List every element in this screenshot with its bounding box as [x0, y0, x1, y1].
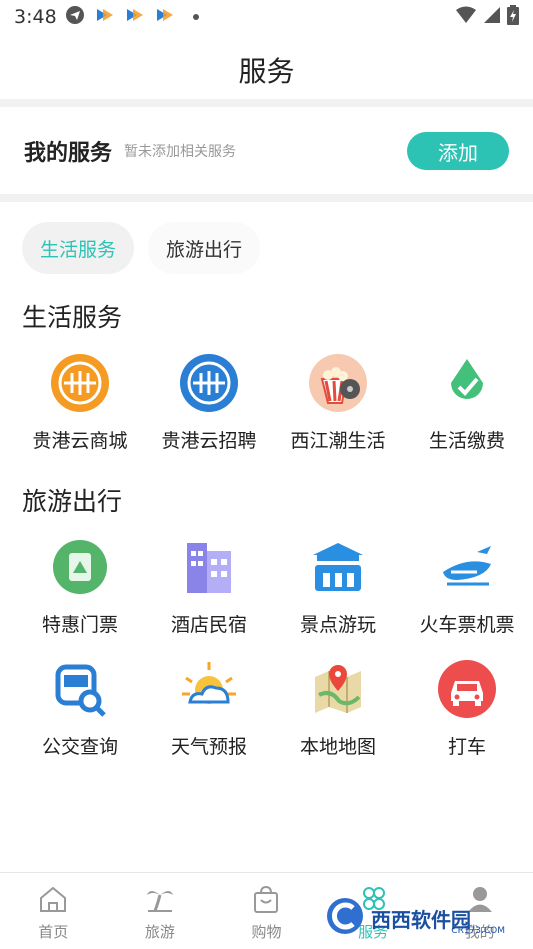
- bus-search-icon: [49, 658, 111, 720]
- life-services-grid: 贵港云商城 贵港云招聘 西江潮生活 生活缴费: [0, 352, 533, 453]
- battery-icon: [507, 4, 519, 30]
- service-item-mall[interactable]: 贵港云商城: [18, 352, 142, 453]
- ticket-icon: [49, 536, 111, 598]
- travel-heading: 旅游出行: [22, 487, 123, 516]
- nav-label: 首页: [38, 923, 69, 941]
- service-item-recruit[interactable]: 贵港云招聘: [147, 352, 271, 453]
- service-item-payment[interactable]: 生活缴费: [405, 352, 529, 453]
- section-divider: [0, 194, 533, 202]
- shopping-bag-icon: [251, 885, 281, 917]
- page-title: 服务: [238, 55, 295, 88]
- status-time: 3:48: [14, 6, 57, 28]
- service-label: 景点游玩: [299, 614, 376, 636]
- my-services-hint: 暂未添加相关服务: [124, 144, 237, 160]
- app-notification-icon: [123, 5, 145, 30]
- nav-travel[interactable]: 旅游: [107, 873, 214, 949]
- watermark-logo-icon: [325, 896, 365, 940]
- train-plane-icon: [436, 536, 498, 598]
- popcorn-film-icon: [307, 352, 369, 414]
- travel-grid-row-2: 公交查询 天气预报 本地地图 打车: [0, 658, 533, 759]
- watermark-url: CR173.COM: [451, 926, 505, 936]
- my-services-title: 我的服务: [24, 141, 113, 166]
- add-service-button[interactable]: 添加: [407, 132, 509, 170]
- taxi-icon: [436, 658, 498, 720]
- service-label: 公交查询: [41, 736, 118, 758]
- service-item-bus[interactable]: 公交查询: [18, 658, 142, 759]
- nav-shopping[interactable]: 购物: [213, 873, 320, 949]
- service-item-tickets[interactable]: 特惠门票: [18, 536, 142, 637]
- service-label: 西江潮生活: [290, 430, 386, 452]
- service-label: 火车票机票: [419, 614, 515, 636]
- app-notification-icon: [93, 5, 115, 30]
- service-label: 特惠门票: [41, 614, 118, 636]
- service-label: 打车: [447, 736, 486, 758]
- more-notifications-dot: [192, 14, 199, 20]
- tab-life-services[interactable]: 生活服务: [22, 222, 135, 274]
- home-icon: [38, 885, 68, 917]
- app-notification-icon: [153, 5, 175, 30]
- service-item-weather[interactable]: 天气预报: [147, 658, 271, 759]
- palm-tree-icon: [145, 885, 175, 917]
- service-label: 贵港云招聘: [161, 430, 257, 452]
- service-label: 酒店民宿: [170, 614, 247, 636]
- signal-icon: [483, 6, 501, 29]
- hotel-icon: [178, 536, 240, 598]
- status-bar: 3:48: [0, 0, 533, 34]
- map-pin-icon: [307, 658, 369, 720]
- nav-label: 购物: [251, 923, 282, 941]
- tab-travel[interactable]: 旅游出行: [148, 222, 261, 274]
- my-services-panel: 我的服务 暂未添加相关服务 添加: [0, 108, 533, 194]
- section-divider: [0, 99, 533, 107]
- service-item-taxi[interactable]: 打车: [405, 658, 529, 759]
- service-item-train-plane[interactable]: 火车票机票: [405, 536, 529, 637]
- service-label: 天气预报: [170, 736, 247, 758]
- wifi-icon: [455, 6, 477, 29]
- telegram-icon: [65, 5, 85, 30]
- gui-gang-yun-recruit-icon: [178, 352, 240, 414]
- service-label: 生活缴费: [428, 430, 505, 452]
- nav-label: 旅游: [144, 923, 175, 941]
- scenic-gate-icon: [307, 536, 369, 598]
- payment-drop-check-icon: [436, 352, 498, 414]
- travel-grid-row-1: 特惠门票 酒店民宿 景点游玩 火车票机票: [0, 536, 533, 637]
- weather-icon: [178, 658, 240, 720]
- service-item-hotel[interactable]: 酒店民宿: [147, 536, 271, 637]
- service-item-map[interactable]: 本地地图: [276, 658, 400, 759]
- service-label: 贵港云商城: [32, 430, 128, 452]
- gui-gang-yun-mall-icon: [49, 352, 111, 414]
- service-label: 本地地图: [299, 736, 376, 758]
- nav-home[interactable]: 首页: [0, 873, 107, 949]
- service-item-xijiang[interactable]: 西江潮生活: [276, 352, 400, 453]
- category-tabs: 生活服务 旅游出行: [22, 222, 261, 274]
- service-item-scenic[interactable]: 景点游玩: [276, 536, 400, 637]
- life-services-heading: 生活服务: [22, 303, 123, 332]
